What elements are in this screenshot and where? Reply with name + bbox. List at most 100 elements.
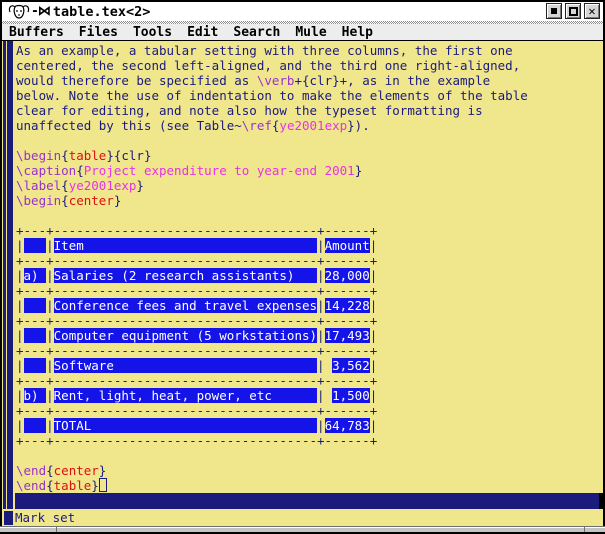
window-resize-border[interactable]: [0, 526, 605, 534]
buffer-line[interactable]: +---+-----------------------------------…: [16, 253, 603, 268]
menu-item-files[interactable]: Files: [79, 25, 118, 40]
buffer-line[interactable]: centered, the second left-aligned, and t…: [16, 58, 603, 73]
buffer-line[interactable]: \label{ye2001exp}: [16, 178, 603, 193]
menu-item-buffers[interactable]: Buffers: [9, 25, 64, 40]
minibuffer-scrollbar-thumb[interactable]: [3, 510, 14, 526]
text-segment: |: [370, 358, 378, 373]
window-titlebar[interactable]: -⋈ table.tex<2> ✕: [2, 2, 603, 21]
text-segment: }: [99, 463, 107, 478]
text-segment: {: [46, 478, 54, 493]
vertical-scrollbar[interactable]: [2, 41, 15, 509]
mode-line: --:** table.tex<2> (Text Fill)--L30--All…: [15, 493, 599, 509]
resize-handle-divider: [584, 527, 585, 532]
buffer-line[interactable]: +---+-----------------------------------…: [16, 343, 603, 358]
menu-item-help[interactable]: Help: [342, 25, 373, 40]
buffer-line[interactable]: |b) |Rent, light, heat, power, etc | 1,5…: [16, 388, 603, 403]
buffer-line[interactable]: [16, 133, 603, 148]
text-segment: |: [370, 268, 378, 283]
text-segment: }{clr}: [106, 148, 151, 163]
buffer-line[interactable]: | |Software | 3,562|: [16, 358, 603, 373]
table-cell-highlight: 28,000: [325, 268, 370, 283]
text-segment: |: [46, 298, 54, 313]
minimize-button[interactable]: [546, 3, 562, 19]
table-cell-highlight: Salaries (2 research assistants): [54, 268, 317, 283]
echo-area-message: Mark set: [15, 510, 75, 525]
buffer-line[interactable]: \caption{Project expenditure to year-end…: [16, 163, 603, 178]
text-segment: |: [370, 298, 378, 313]
table-cell-highlight: [24, 238, 47, 253]
window-title: table.tex<2>: [53, 4, 151, 20]
table-cell-highlight: b): [24, 388, 47, 403]
buffer-line[interactable]: +---+-----------------------------------…: [16, 433, 603, 448]
buffer-line[interactable]: +---+-----------------------------------…: [16, 403, 603, 418]
buffer-line[interactable]: +---+-----------------------------------…: [16, 283, 603, 298]
emacs-window: -⋈ table.tex<2> ✕ Buffers Files Tools Edit S…: [0, 0, 605, 534]
text-segment: +---+-----------------------------------…: [16, 403, 377, 418]
latex-environment-name: table: [54, 478, 92, 493]
buffer-line[interactable]: | |Conference fees and travel expenses|1…: [16, 298, 603, 313]
buffer-line[interactable]: unaffected by this (see Table~\ref{ye200…: [16, 118, 603, 133]
text-segment: |: [46, 358, 54, 373]
text-segment: {: [61, 193, 69, 208]
buffer-line[interactable]: +---+-----------------------------------…: [16, 373, 603, 388]
buffer-line[interactable]: below. Note the use of indentation to ma…: [16, 88, 603, 103]
menu-item-edit[interactable]: Edit: [187, 25, 218, 40]
buffer-line[interactable]: [16, 208, 603, 223]
text-segment: |: [46, 268, 54, 283]
table-cell-highlight: 3,562: [332, 358, 370, 373]
close-button[interactable]: ✕: [584, 3, 600, 19]
text-segment: [16, 133, 24, 148]
buffer-line[interactable]: | |Computer equipment (5 workstations)|1…: [16, 328, 603, 343]
text-segment: |: [46, 418, 54, 433]
buffer-line[interactable]: would therefore be specified as \verb+{c…: [16, 73, 603, 88]
text-segment: +{clr}+, as in the example: [294, 73, 490, 88]
buffer-line[interactable]: As an example, a tabular setting with th…: [16, 43, 603, 58]
latex-keyword: \verb: [257, 73, 295, 88]
text-segment: +---+-----------------------------------…: [16, 343, 377, 358]
table-cell-highlight: 17,493: [325, 328, 370, 343]
latex-argument: Project expenditure to year-end 2001: [84, 163, 355, 178]
buffer-line[interactable]: | |Item |Amount|: [16, 238, 603, 253]
buffer-line[interactable]: \begin{table}{clr}: [16, 148, 603, 163]
menu-item-search[interactable]: Search: [233, 25, 280, 40]
buffer-line[interactable]: \end{center}: [16, 463, 603, 478]
table-cell-highlight: Item: [54, 238, 317, 253]
buffer-line[interactable]: \begin{center}: [16, 193, 603, 208]
text-segment: |: [370, 388, 378, 403]
maximize-icon: [569, 7, 578, 16]
table-cell-highlight: Amount: [325, 238, 370, 253]
text-segment: }).: [347, 118, 370, 133]
text-segment: |: [16, 388, 24, 403]
text-cursor: [99, 478, 107, 492]
text-segment: +---+-----------------------------------…: [16, 283, 377, 298]
buffer-line[interactable]: |a) |Salaries (2 research assistants) |2…: [16, 268, 603, 283]
buffer-line[interactable]: \end{table}: [16, 478, 603, 493]
text-segment: }: [355, 163, 363, 178]
text-segment: |: [16, 358, 24, 373]
table-cell-highlight: Rent, light, heat, power, etc: [54, 388, 317, 403]
maximize-button[interactable]: [565, 3, 581, 19]
text-segment: |: [46, 238, 54, 253]
table-cell-highlight: [24, 358, 47, 373]
table-cell-highlight: 64,783: [325, 418, 370, 433]
buffer-text[interactable]: As an example, a tabular setting with th…: [16, 43, 603, 493]
table-cell-highlight: a): [24, 268, 47, 283]
menu-bar: Buffers Files Tools Edit Search Mule Help: [2, 24, 603, 41]
buffer-line[interactable]: +---+-----------------------------------…: [16, 313, 603, 328]
buffer-line[interactable]: +---+-----------------------------------…: [16, 223, 603, 238]
buffer-area[interactable]: As an example, a tabular setting with th…: [2, 41, 603, 493]
menu-item-mule[interactable]: Mule: [295, 25, 326, 40]
buffer-line[interactable]: [16, 448, 603, 463]
menu-item-tools[interactable]: Tools: [133, 25, 172, 40]
close-icon: ✕: [588, 5, 595, 17]
table-cell-highlight: Computer equipment (5 workstations): [54, 328, 317, 343]
table-cell-highlight: TOTAL: [54, 418, 317, 433]
buffer-line[interactable]: | |TOTAL |64,783|: [16, 418, 603, 433]
minibuffer[interactable]: Mark set: [2, 509, 603, 526]
text-segment: |: [16, 238, 24, 253]
text-segment: centered, the second left-aligned, and t…: [16, 58, 520, 73]
latex-environment-name: center: [69, 193, 114, 208]
buffer-line[interactable]: clear for editing, and note also how the…: [16, 103, 603, 118]
text-segment: unaffected by this (see Table~: [16, 118, 242, 133]
text-segment: [16, 448, 24, 463]
